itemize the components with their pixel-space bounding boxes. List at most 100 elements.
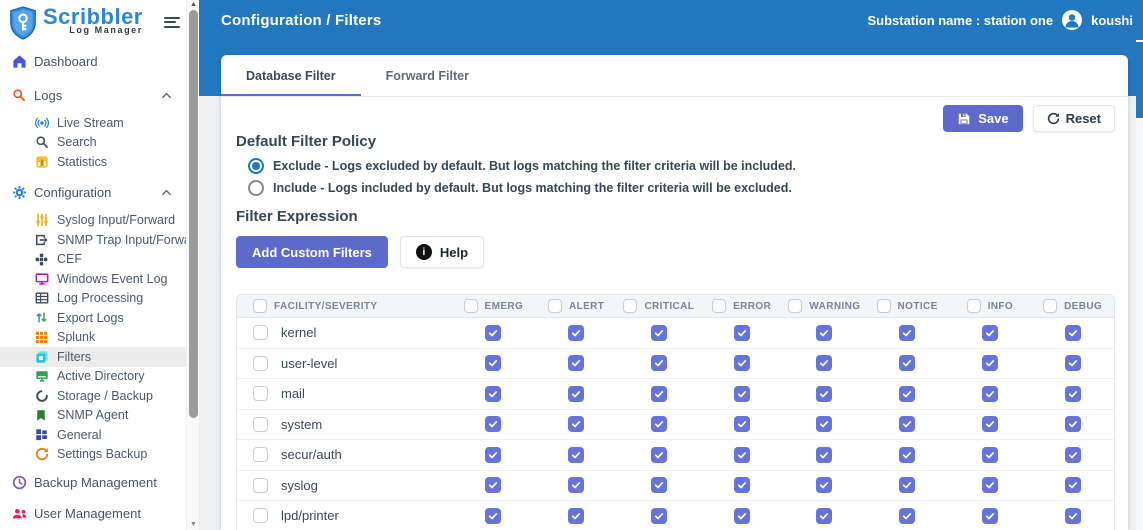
checked-checkbox-debug[interactable] [1064,355,1081,372]
checked-checkbox-error[interactable] [733,385,750,402]
radio-selected-icon[interactable] [248,158,264,174]
checked-checkbox-alert[interactable] [568,355,585,372]
sidebar-item-snmp-agent[interactable]: SNMP Agent [0,406,186,426]
checked-checkbox-notice[interactable] [899,355,916,372]
checked-checkbox-warning[interactable] [816,416,833,433]
checked-checkbox-notice[interactable] [899,477,916,494]
checked-checkbox-alert[interactable] [568,324,585,341]
reset-button[interactable]: Reset [1032,105,1115,132]
checked-checkbox-critical[interactable] [650,324,667,341]
header-checkbox-info[interactable] [966,299,981,313]
sidebar-item-active-directory[interactable]: Active Directory [0,367,186,387]
user-avatar-icon[interactable] [1062,10,1083,30]
sidebar-scrollbar[interactable]: ▲ ▼ [186,0,199,530]
sidebar-item-user-management[interactable]: User Management [0,500,186,526]
chevron-up-icon[interactable] [161,90,172,101]
checked-checkbox-debug[interactable] [1064,477,1081,494]
checked-checkbox-emerg[interactable] [485,385,502,402]
sidebar-item-windows-event-log[interactable]: Windows Event Log [0,269,186,289]
sidebar-item-cef[interactable]: CEF [0,250,186,270]
checked-checkbox-info[interactable] [981,385,998,402]
sidebar-item-statistics[interactable]: Statistics [0,152,186,172]
checked-checkbox-notice[interactable] [899,324,916,341]
checked-checkbox-warning[interactable] [816,324,833,341]
checked-checkbox-notice[interactable] [899,446,916,463]
filter-policy-option-exclude[interactable]: Exclude - Logs excluded by default. But … [248,158,1115,174]
checked-checkbox-error[interactable] [733,324,750,341]
checked-checkbox-info[interactable] [981,507,998,524]
add-custom-filters-button[interactable]: Add Custom Filters [236,236,388,268]
checked-checkbox-alert[interactable] [568,385,585,402]
content-scrollbar-thumb[interactable] [1136,42,1143,118]
checked-checkbox-debug[interactable] [1064,324,1081,341]
username[interactable]: koushi [1091,13,1133,28]
header-checkbox-error[interactable] [712,299,727,313]
checked-checkbox-emerg[interactable] [485,477,502,494]
sidebar-item-export-logs[interactable]: Export Logs [0,308,186,328]
checked-checkbox-alert[interactable] [568,446,585,463]
sidebar-toggle-hamburger-icon[interactable] [164,14,180,30]
checked-checkbox-emerg[interactable] [485,355,502,372]
save-button[interactable]: Save [943,105,1023,132]
sidebar-item-filters[interactable]: Filters [0,347,186,367]
facility-row-checkbox[interactable] [253,508,268,524]
checked-checkbox-debug[interactable] [1064,385,1081,402]
checked-checkbox-emerg[interactable] [485,507,502,524]
checked-checkbox-error[interactable] [733,507,750,524]
content-scrollbar[interactable] [1136,40,1143,530]
checked-checkbox-notice[interactable] [899,416,916,433]
checked-checkbox-error[interactable] [733,477,750,494]
sidebar-item-backup-management[interactable]: Backup Management [0,469,186,495]
checked-checkbox-info[interactable] [981,477,998,494]
checked-checkbox-info[interactable] [981,446,998,463]
checked-checkbox-critical[interactable] [650,507,667,524]
checked-checkbox-critical[interactable] [650,385,667,402]
checked-checkbox-debug[interactable] [1064,446,1081,463]
sidebar-item-storage-backup[interactable]: Storage / Backup [0,386,186,406]
chevron-up-icon[interactable] [161,187,172,198]
checked-checkbox-info[interactable] [981,355,998,372]
checked-checkbox-notice[interactable] [899,385,916,402]
checked-checkbox-emerg[interactable] [485,324,502,341]
checked-checkbox-debug[interactable] [1064,507,1081,524]
checked-checkbox-warning[interactable] [816,385,833,402]
sidebar-item-log-processing[interactable]: Log Processing [0,289,186,309]
checked-checkbox-info[interactable] [981,324,998,341]
sidebar-item-splunk[interactable]: Splunk [0,328,186,348]
checked-checkbox-error[interactable] [733,416,750,433]
sidebar-item-general[interactable]: General [0,425,186,445]
checked-checkbox-emerg[interactable] [485,416,502,433]
tab-database-filter[interactable]: Database Filter [221,55,361,96]
header-checkbox-debug[interactable] [1043,299,1058,313]
checked-checkbox-critical[interactable] [650,477,667,494]
checked-checkbox-alert[interactable] [568,507,585,524]
checked-checkbox-warning[interactable] [816,446,833,463]
filter-policy-option-include[interactable]: Include - Logs included by default. But … [248,180,1115,196]
checked-checkbox-warning[interactable] [816,355,833,372]
sidebar-item-search[interactable]: Search [0,133,186,153]
header-checkbox-facility-severity[interactable] [253,299,267,313]
header-checkbox-alert[interactable] [547,299,562,313]
checked-checkbox-critical[interactable] [650,355,667,372]
header-checkbox-emerg[interactable] [463,299,478,313]
facility-row-checkbox[interactable] [253,325,268,341]
checked-checkbox-debug[interactable] [1064,416,1081,433]
facility-row-checkbox[interactable] [253,355,268,371]
sidebar-item-logs[interactable]: Logs [0,82,186,108]
checked-checkbox-error[interactable] [733,355,750,372]
header-checkbox-critical[interactable] [623,299,638,313]
checked-checkbox-emerg[interactable] [485,446,502,463]
header-checkbox-warning[interactable] [788,299,803,313]
checked-checkbox-notice[interactable] [899,507,916,524]
sidebar-scrollbar-thumb[interactable] [189,10,198,418]
sidebar-item-dashboard[interactable]: Dashboard [0,48,186,74]
facility-row-checkbox[interactable] [253,477,268,493]
facility-row-checkbox[interactable] [253,447,268,463]
checked-checkbox-alert[interactable] [568,416,585,433]
sidebar-item-snmp-trap-input-forward[interactable]: SNMP Trap Input/Forward [0,230,186,250]
checked-checkbox-critical[interactable] [650,416,667,433]
sidebar-item-configuration[interactable]: Configuration [0,180,186,206]
tab-forward-filter[interactable]: Forward Filter [361,55,494,96]
checked-checkbox-alert[interactable] [568,477,585,494]
facility-row-checkbox[interactable] [253,386,268,402]
